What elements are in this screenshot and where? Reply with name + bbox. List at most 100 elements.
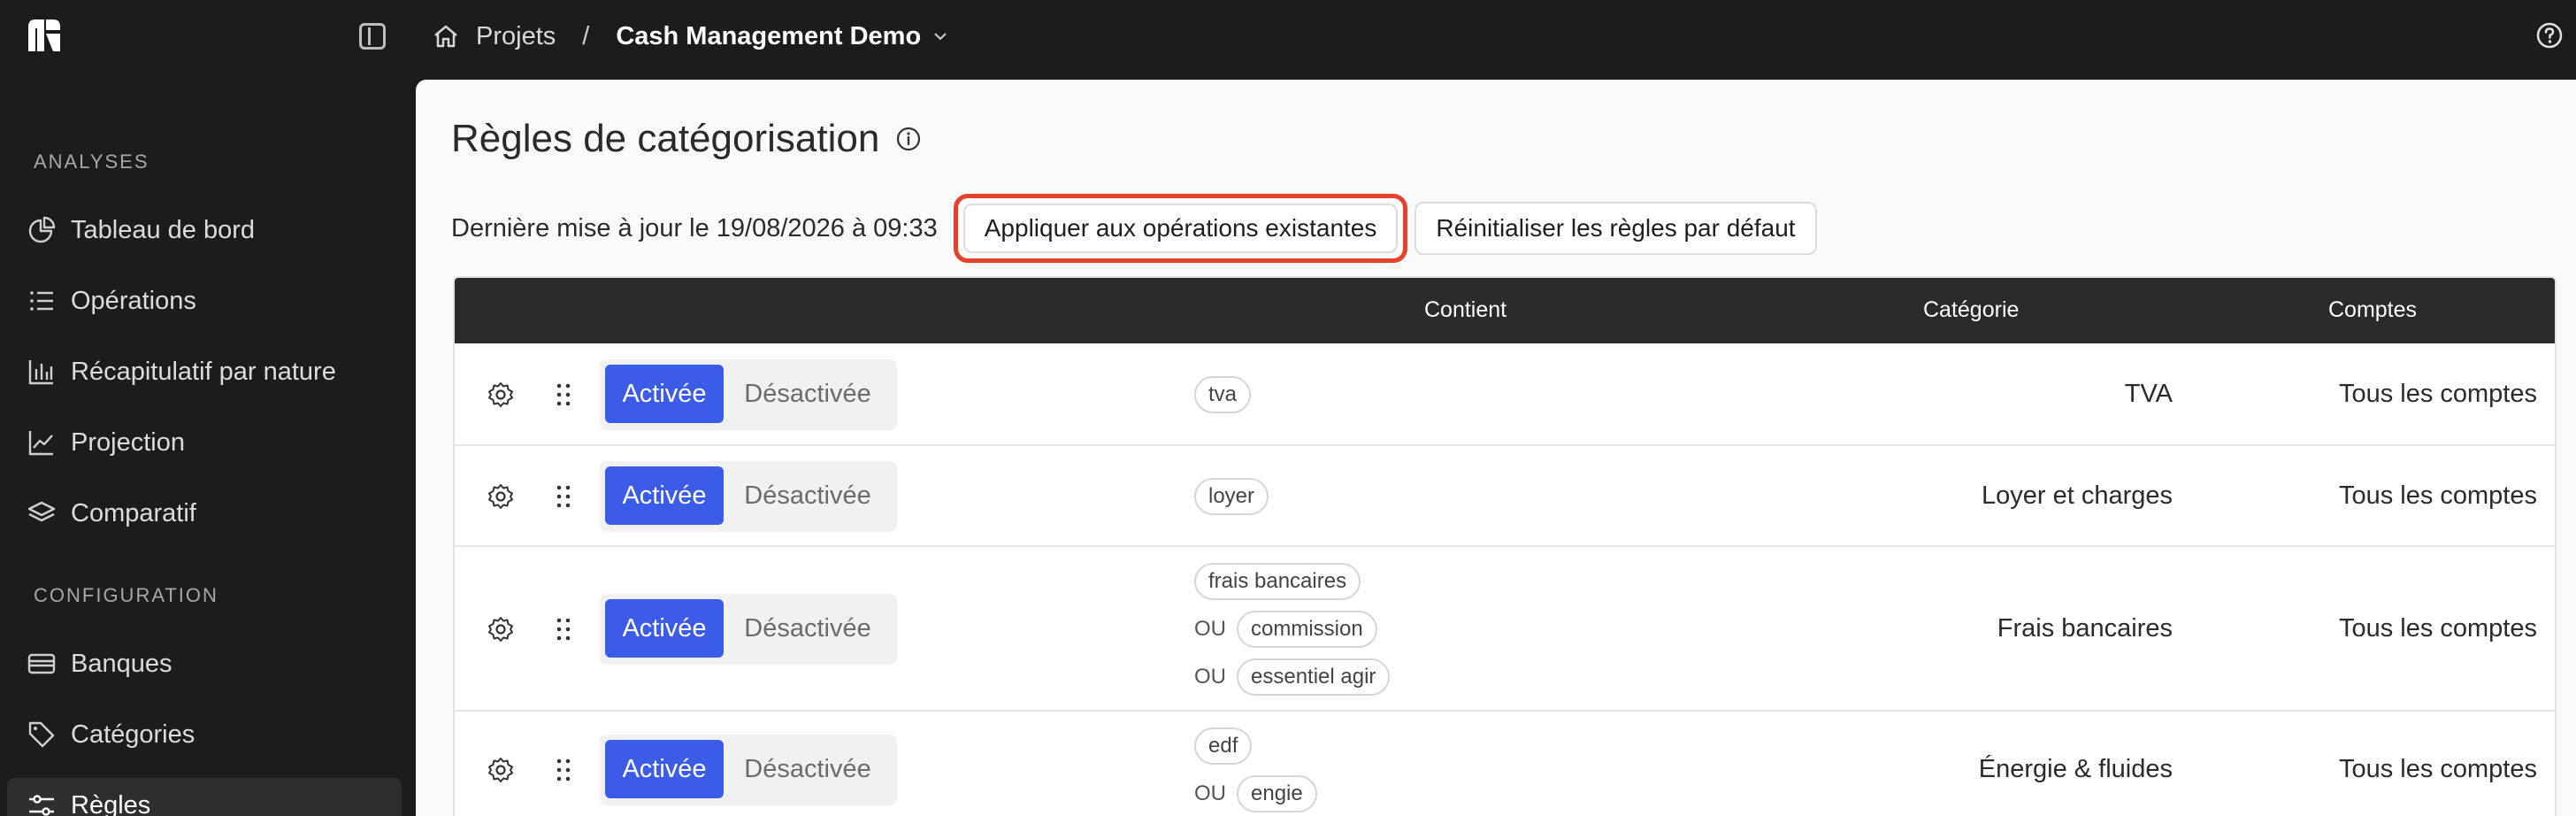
sidebar-item-categories[interactable]: Catégories [7, 707, 402, 762]
drag-handle-icon[interactable] [554, 616, 573, 643]
card-icon [27, 653, 56, 674]
apply-button-highlight: Appliquer aux opérations existantes [953, 194, 1408, 263]
keyword-conditions: frais bancaires OU commission OU essenti… [1194, 558, 1391, 701]
column-header-category[interactable]: Catégorie [1923, 297, 2019, 323]
condition-line: loyer [1194, 473, 1269, 520]
table-row: Activée Désactivée edf OU engie Énergie … [455, 712, 2555, 816]
condition-line: edf [1194, 722, 1317, 770]
column-header-contains[interactable]: Contient [1424, 297, 1506, 323]
sidebar-section-configuration: CONFIGURATION [34, 584, 218, 606]
sidebar-item-label: Tableau de bord [71, 215, 255, 244]
sidebar-item-label: Catégories [71, 720, 196, 749]
bar-chart-icon [28, 360, 53, 385]
keyword-chip[interactable]: commission [1237, 611, 1377, 648]
rule-category: Frais bancaires [1997, 614, 2173, 643]
table-row: Activée Désactivée frais bancaires OU co… [455, 547, 2555, 712]
reset-rules-button[interactable]: Réinitialiser les règles par défaut [1414, 202, 1817, 255]
gear-icon[interactable] [487, 381, 515, 409]
rules-toolbar: Dernière mise à jour le 19/08/2026 à 09:… [451, 194, 1817, 263]
sidebar-item-operations[interactable]: Opérations [7, 273, 402, 328]
or-label: OU [1194, 617, 1226, 641]
top-bar: Projets / Cash Management Demo [0, 0, 2576, 74]
status-disabled-option[interactable]: Désactivée [724, 365, 892, 423]
pie-chart-icon [28, 216, 56, 243]
rule-status-toggle: Activée Désactivée [600, 594, 897, 665]
sidebar-item-summary-by-nature[interactable]: Récapitulatif par nature [7, 344, 402, 399]
tag-icon [28, 721, 55, 748]
keyword-chip[interactable]: loyer [1194, 478, 1269, 515]
keyword-chip[interactable]: frais bancaires [1194, 563, 1361, 600]
page-title: Règles de catégorisation [451, 117, 922, 161]
breadcrumb-separator: / [582, 21, 590, 50]
sidebar-item-label: Comparatif [71, 498, 196, 527]
rule-category: TVA [2124, 380, 2173, 408]
status-enabled-option[interactable]: Activée [605, 740, 724, 798]
condition-line: OU essentiel agir [1194, 653, 1391, 701]
or-label: OU [1194, 665, 1226, 689]
rules-table: Contient Catégorie Comptes Activée Désac… [453, 276, 2557, 816]
keyword-chip[interactable]: engie [1237, 775, 1317, 812]
table-header: Contient Catégorie Comptes [455, 278, 2555, 343]
gear-icon[interactable] [487, 615, 515, 643]
help-icon[interactable] [2535, 21, 2564, 50]
breadcrumb-projects-link[interactable]: Projets [476, 22, 556, 51]
app-logo[interactable] [27, 18, 62, 53]
drag-handle-icon[interactable] [554, 483, 573, 510]
sidebar-item-dashboard[interactable]: Tableau de bord [7, 203, 402, 258]
rule-accounts: Tous les comptes [2338, 481, 2537, 510]
sidebar-section-analyses: ANALYSES [34, 150, 150, 173]
sidebar-item-comparison[interactable]: Comparatif [7, 486, 402, 541]
rule-category: Énergie & fluides [1978, 755, 2173, 783]
rule-status-toggle: Activée Désactivée [600, 461, 897, 532]
sidebar-item-label: Projection [71, 427, 185, 457]
list-icon [30, 291, 53, 311]
page-title-text: Règles de catégorisation [451, 117, 880, 160]
layers-icon [27, 501, 56, 522]
keyword-conditions: edf OU engie [1194, 722, 1317, 816]
keyword-chip[interactable]: essentiel agir [1237, 658, 1391, 696]
table-row: Activée Désactivée loyer Loyer et charge… [455, 446, 2555, 547]
sidebar-item-projection[interactable]: Projection [7, 415, 402, 470]
breadcrumb: Projets / Cash Management Demo [432, 16, 949, 57]
status-enabled-option[interactable]: Activée [605, 466, 724, 525]
apply-to-existing-button[interactable]: Appliquer aux opérations existantes [962, 204, 1399, 253]
sidebar-item-rules[interactable]: Règles [7, 778, 402, 816]
sidebar-item-label: Banques [71, 649, 172, 678]
condition-line: tva [1194, 371, 1252, 419]
gear-icon[interactable] [487, 756, 515, 784]
condition-line: frais bancaires [1194, 558, 1390, 605]
status-enabled-option[interactable]: Activée [605, 365, 724, 423]
sidebar-item-label: Opérations [71, 286, 196, 315]
project-selector[interactable]: Cash Management Demo [616, 22, 921, 51]
status-enabled-option[interactable]: Activée [605, 599, 724, 658]
sidebar-toggle-icon[interactable] [359, 23, 386, 50]
line-chart-icon [28, 431, 53, 456]
sliders-icon [29, 795, 54, 816]
status-disabled-option[interactable]: Désactivée [724, 740, 892, 798]
rule-status-toggle: Activée Désactivée [600, 359, 897, 430]
keyword-chip[interactable]: tva [1194, 376, 1252, 413]
drag-handle-icon[interactable] [554, 757, 573, 783]
keyword-conditions: tva [1194, 371, 1252, 419]
drag-handle-icon[interactable] [554, 381, 573, 408]
status-disabled-option[interactable]: Désactivée [724, 466, 892, 525]
info-icon[interactable] [895, 126, 922, 152]
rule-accounts: Tous les comptes [2338, 614, 2537, 643]
home-icon[interactable] [432, 22, 460, 50]
keyword-chip[interactable]: edf [1194, 727, 1253, 765]
rule-accounts: Tous les comptes [2338, 380, 2537, 408]
sidebar: ANALYSES Tableau de bord Opérations Réca… [0, 74, 416, 816]
condition-line: OU engie [1194, 770, 1317, 816]
rule-category: Loyer et charges [1981, 481, 2173, 510]
last-updated-text: Dernière mise à jour le 19/08/2026 à 09:… [451, 213, 938, 242]
keyword-conditions: loyer [1194, 473, 1269, 520]
or-label: OU [1194, 781, 1226, 805]
condition-line: OU commission [1194, 605, 1390, 653]
column-header-accounts[interactable]: Comptes [2328, 297, 2417, 323]
rule-status-toggle: Activée Désactivée [600, 735, 897, 805]
status-disabled-option[interactable]: Désactivée [724, 599, 892, 658]
sidebar-item-banks[interactable]: Banques [7, 636, 402, 691]
sidebar-item-label: Récapitulatif par nature [71, 357, 336, 386]
chevron-down-icon[interactable] [932, 27, 949, 45]
gear-icon[interactable] [487, 482, 515, 511]
